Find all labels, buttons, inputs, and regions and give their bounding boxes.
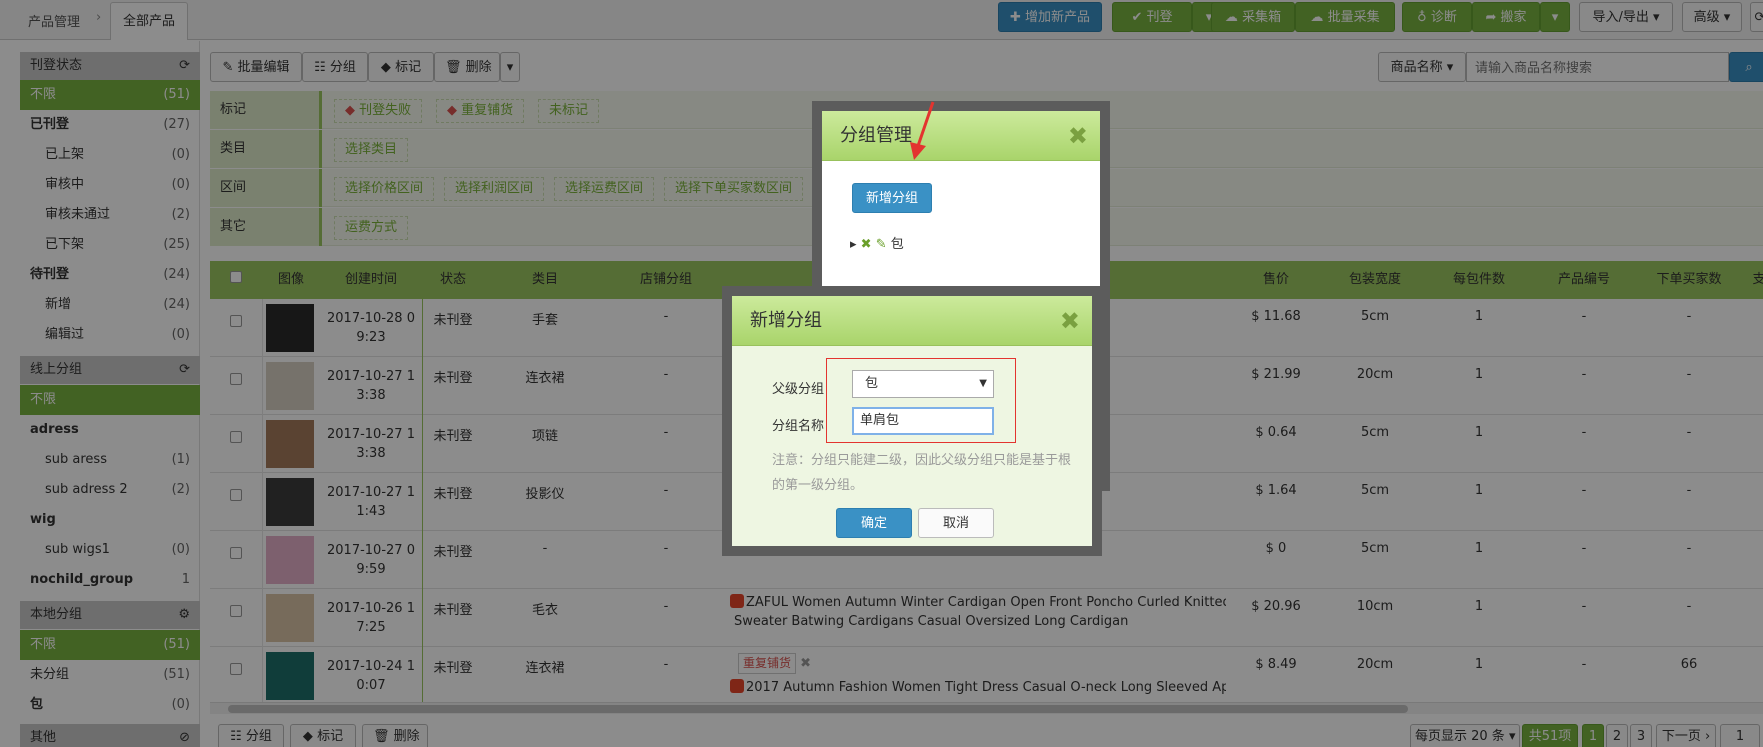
close-icon[interactable]: ✖ (1060, 296, 1080, 346)
group-tree-item[interactable]: ▸ ✖ ✎ 包 (850, 233, 904, 252)
add-group-dialog: 新增分组 ✖ 父级分组 包 ▼ 分组名称 单肩包 注意：分组只能建二级，因此父级分… (722, 286, 1102, 556)
add-group-button[interactable]: 新增分组 (852, 183, 932, 213)
note-text: 注意：分组只能建二级，因此父级分组只能是基于根的第一级分组。 (772, 453, 1072, 493)
pencil-icon[interactable]: ✎ (876, 237, 887, 252)
cancel-button[interactable]: 取消 (918, 508, 994, 538)
dialog-header: 新增分组 ✖ (732, 296, 1092, 346)
close-icon[interactable]: ✖ (1068, 111, 1088, 161)
dialog-header: 分组管理 ✖ (822, 111, 1100, 161)
group-name-label: 分组名称 (772, 419, 825, 434)
parent-group-label: 父级分组 (772, 382, 825, 397)
highlight-box (826, 358, 1016, 443)
annotation-arrow (910, 101, 935, 160)
confirm-button[interactable]: 确定 (836, 508, 912, 538)
caret-right-icon[interactable]: ▸ (850, 237, 857, 252)
delete-icon[interactable]: ✖ (861, 237, 872, 252)
